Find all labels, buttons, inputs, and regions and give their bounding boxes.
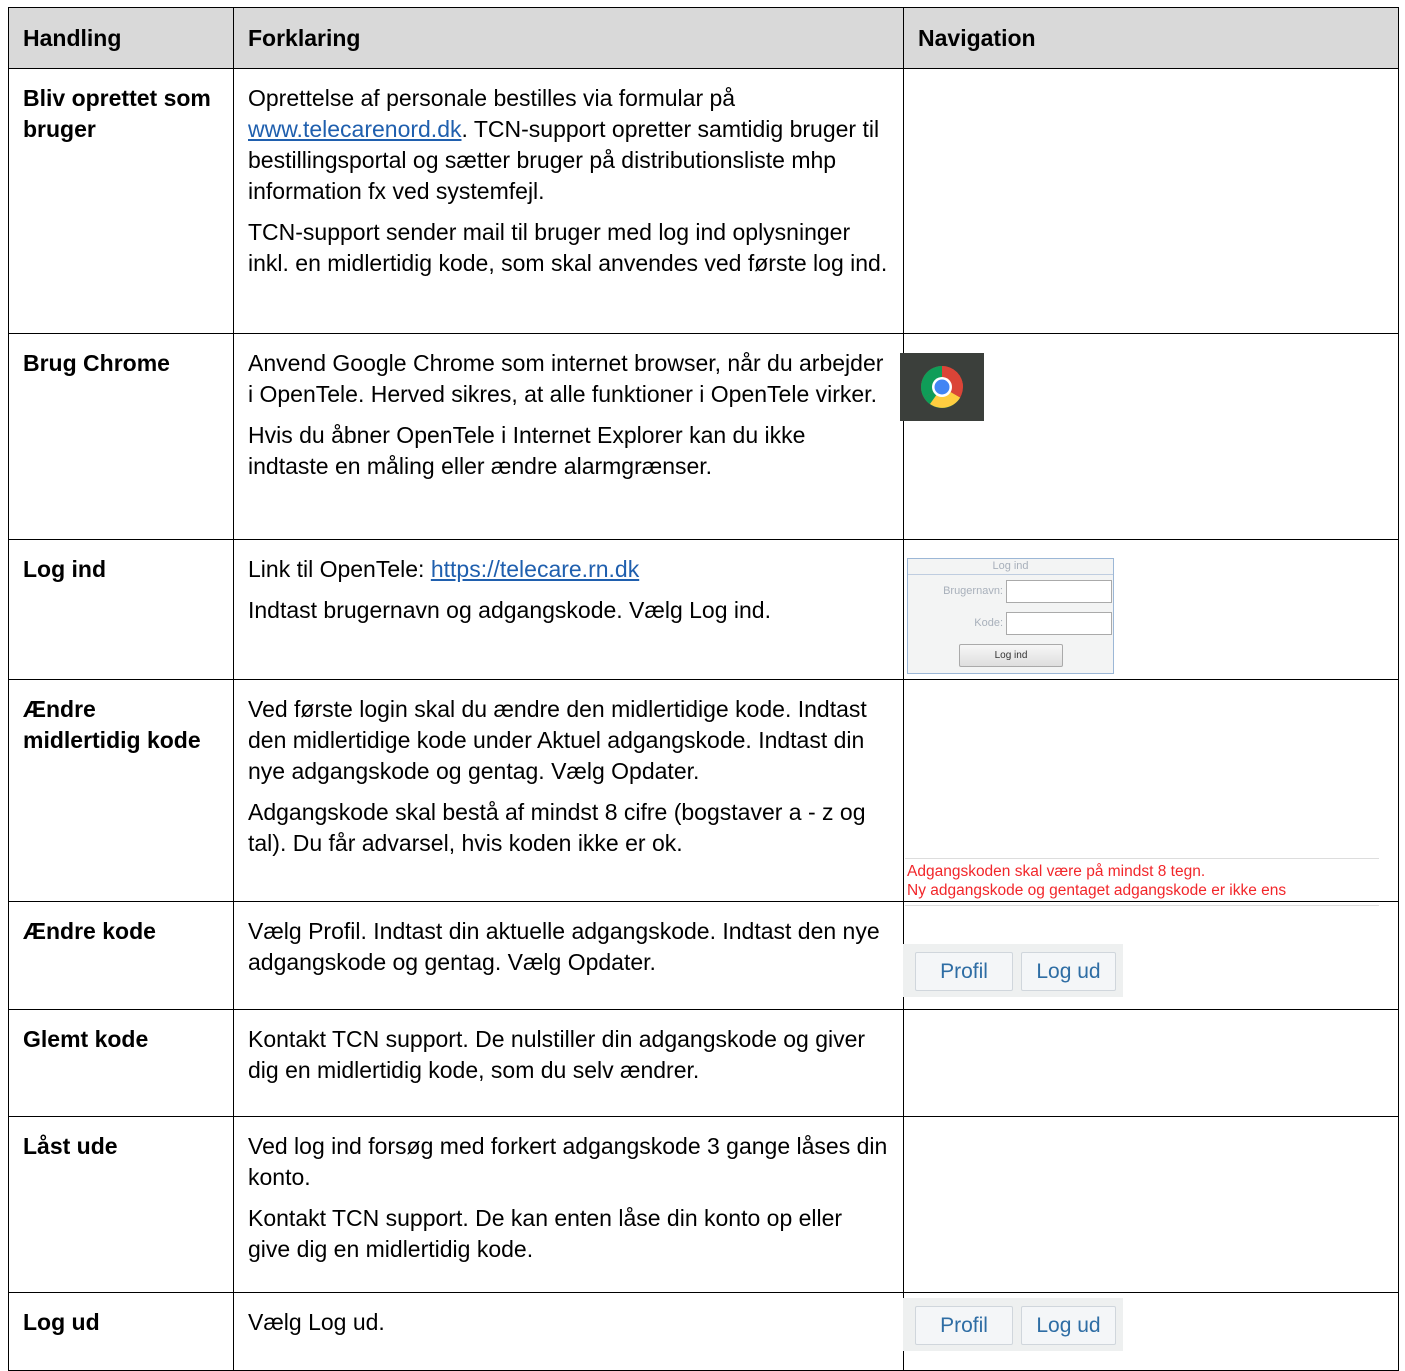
row-explanation: Oprettelse af personale bestilles via fo… bbox=[233, 68, 904, 334]
explanation-paragraph: TCN-support sender mail til bruger med l… bbox=[248, 219, 888, 276]
table-row: Låst ude Ved log ind forsøg med forkert … bbox=[8, 1116, 1399, 1293]
explanation-paragraph: Kontakt TCN support. De kan enten låse d… bbox=[248, 1205, 843, 1262]
table-row: Bliv oprettet som bruger Oprettelse af p… bbox=[8, 68, 1399, 334]
table-row: Glemt kode Kontakt TCN support. De nulst… bbox=[8, 1009, 1399, 1117]
username-input[interactable] bbox=[1006, 580, 1112, 603]
username-row: Brugernavn: bbox=[908, 580, 1113, 603]
password-input[interactable] bbox=[1006, 612, 1112, 635]
row-action: Log ind bbox=[8, 539, 234, 680]
explanation-paragraph: Oprettelse af personale bestilles via fo… bbox=[248, 83, 889, 207]
chrome-logo-svg bbox=[920, 366, 963, 409]
header-handling: Handling bbox=[8, 7, 234, 69]
opentele-link[interactable]: https://telecare.rn.dk bbox=[431, 556, 639, 582]
row-navigation bbox=[903, 1116, 1399, 1293]
explanation-paragraph: Vælg Profil. Indtast din aktuelle adgang… bbox=[248, 918, 880, 975]
explanation-paragraph: Link til OpenTele: https://telecare.rn.d… bbox=[248, 554, 889, 585]
username-label: Brugernavn: bbox=[943, 585, 1003, 597]
row-navigation bbox=[903, 1009, 1399, 1117]
header-forklaring: Forklaring bbox=[233, 7, 904, 69]
warning-line: Ny adgangskode og gentaget adgangskode e… bbox=[907, 882, 1287, 899]
chrome-icon bbox=[900, 353, 984, 421]
explanation-text: Oprettelse af personale bestilles via fo… bbox=[248, 85, 736, 111]
logout-button[interactable]: Log ud bbox=[1021, 952, 1116, 991]
password-warning: Adgangskoden skal være på mindst 8 tegn.… bbox=[905, 858, 1379, 906]
explanation-paragraph: Ved log ind forsøg med forkert adgangsko… bbox=[248, 1133, 888, 1190]
table-row: Brug Chrome Anvend Google Chrome som int… bbox=[8, 333, 1399, 540]
header-navigation: Navigation bbox=[903, 7, 1399, 69]
table-header-row: Handling Forklaring Navigation bbox=[8, 7, 1399, 69]
explanation-paragraph: Anvend Google Chrome som internet browse… bbox=[248, 350, 884, 407]
password-label: Kode: bbox=[974, 617, 1003, 629]
row-explanation: Ved første login skal du ændre den midle… bbox=[233, 679, 904, 902]
password-row: Kode: bbox=[908, 612, 1113, 635]
row-action: Brug Chrome bbox=[8, 333, 234, 540]
logout-button[interactable]: Log ud bbox=[1021, 1306, 1116, 1345]
row-action: Log ud bbox=[8, 1292, 234, 1371]
explanation-text: Link til OpenTele: bbox=[248, 556, 431, 582]
explanation-paragraph: Hvis du åbner OpenTele i Internet Explor… bbox=[248, 422, 806, 479]
row-action: Ændre kode bbox=[8, 901, 234, 1010]
table-row: Log ind Link til OpenTele: https://telec… bbox=[8, 539, 1399, 680]
row-explanation: Kontakt TCN support. De nulstiller din a… bbox=[233, 1009, 904, 1117]
row-action: Bliv oprettet som bruger bbox=[8, 68, 234, 334]
explanation-paragraph: Adgangskode skal bestå af mindst 8 cifre… bbox=[248, 799, 866, 856]
row-action: Glemt kode bbox=[8, 1009, 234, 1117]
explanation-paragraph: Ved første login skal du ændre den midle… bbox=[248, 696, 867, 784]
table-row: Log ud Vælg Log ud. bbox=[8, 1292, 1399, 1371]
telecarenord-link[interactable]: www.telecarenord.dk bbox=[248, 116, 462, 142]
table-row: Ændre kode Vælg Profil. Indtast din aktu… bbox=[8, 901, 1399, 1010]
row-explanation: Vælg Profil. Indtast din aktuelle adgang… bbox=[233, 901, 904, 1010]
row-explanation: Ved log ind forsøg med forkert adgangsko… bbox=[233, 1116, 904, 1293]
explanation-paragraph: Indtast brugernavn og adgangskode. Vælg … bbox=[248, 597, 771, 623]
explanation-paragraph: Vælg Log ud. bbox=[248, 1309, 385, 1335]
row-action: Låst ude bbox=[8, 1116, 234, 1293]
explanation-paragraph: Kontakt TCN support. De nulstiller din a… bbox=[248, 1026, 866, 1083]
login-form-title: Log ind bbox=[908, 559, 1113, 575]
row-explanation: Vælg Log ud. bbox=[233, 1292, 904, 1371]
warning-line: Adgangskoden skal være på mindst 8 tegn. bbox=[907, 863, 1206, 880]
row-explanation: Link til OpenTele: https://telecare.rn.d… bbox=[233, 539, 904, 680]
profil-button[interactable]: Profil bbox=[915, 1306, 1013, 1345]
login-button[interactable]: Log ind bbox=[959, 644, 1063, 667]
profile-button-bar: Profil Log ud bbox=[903, 1298, 1123, 1351]
row-navigation bbox=[903, 68, 1399, 334]
row-explanation: Anvend Google Chrome som internet browse… bbox=[233, 333, 904, 540]
row-action: Ændre midlertidig kode bbox=[8, 679, 234, 902]
login-form: Log ind Brugernavn: Kode: Log ind bbox=[907, 558, 1114, 674]
procedure-table: Handling Forklaring Navigation Bliv opre… bbox=[8, 7, 1399, 1371]
profil-button[interactable]: Profil bbox=[915, 952, 1013, 991]
profile-button-bar: Profil Log ud bbox=[903, 944, 1123, 997]
